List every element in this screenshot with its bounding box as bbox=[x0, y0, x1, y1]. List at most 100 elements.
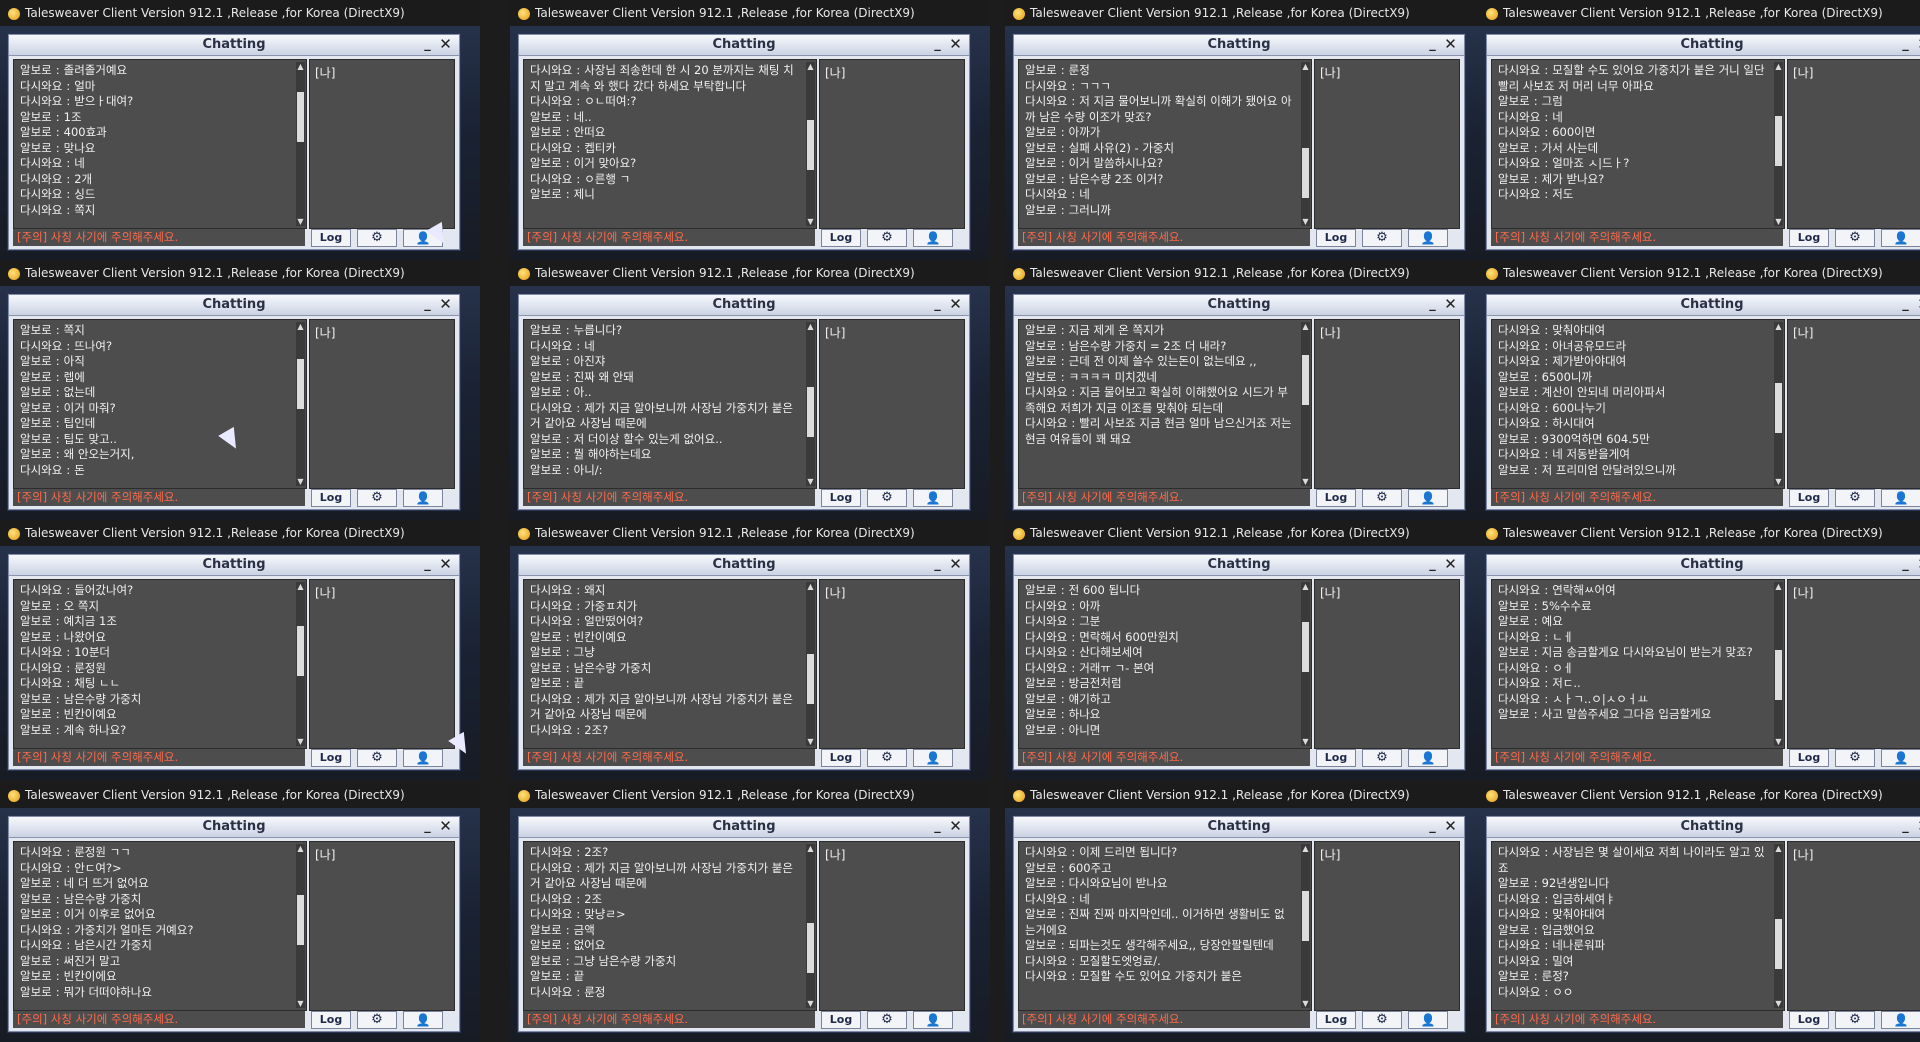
chat-scrollbar[interactable]: ▲ ▼ bbox=[1301, 844, 1310, 1008]
close-icon[interactable]: ✕ bbox=[1916, 819, 1920, 834]
log-button[interactable]: Log bbox=[311, 229, 351, 247]
chat-scrollbar[interactable]: ▲ ▼ bbox=[296, 62, 305, 226]
chat-scrollbar[interactable]: ▲ ▼ bbox=[806, 844, 815, 1008]
log-button[interactable]: Log bbox=[1789, 1011, 1829, 1029]
log-button[interactable]: Log bbox=[311, 1011, 351, 1029]
user-plus-icon[interactable]: 👤 bbox=[1881, 489, 1920, 507]
chat-scrollbar[interactable]: ▲ ▼ bbox=[296, 582, 305, 746]
chat-title[interactable]: Chatting _✕ bbox=[1014, 295, 1464, 316]
close-icon[interactable]: ✕ bbox=[1443, 557, 1458, 572]
whisper-target-panel[interactable]: [나] bbox=[1314, 319, 1460, 489]
user-plus-icon[interactable]: 👤 bbox=[913, 1011, 953, 1029]
gear-icon[interactable]: ⚙ bbox=[357, 749, 397, 767]
scroll-down-icon[interactable]: ▼ bbox=[1774, 737, 1783, 746]
chat-title[interactable]: Chatting _✕ bbox=[9, 35, 459, 56]
scroll-down-icon[interactable]: ▼ bbox=[806, 737, 815, 746]
scroll-thumb[interactable] bbox=[1775, 383, 1782, 433]
close-icon[interactable]: ✕ bbox=[1443, 37, 1458, 52]
scroll-down-icon[interactable]: ▼ bbox=[806, 477, 815, 486]
user-plus-icon[interactable]: 👤 bbox=[1881, 229, 1920, 247]
minimize-icon[interactable]: _ bbox=[1425, 37, 1440, 52]
scroll-thumb[interactable] bbox=[297, 626, 304, 676]
scroll-thumb[interactable] bbox=[297, 92, 304, 142]
minimize-icon[interactable]: _ bbox=[420, 37, 435, 52]
window-titlebar[interactable]: Talesweaver Client Version 912.1 ,Releas… bbox=[0, 782, 480, 808]
log-button[interactable]: Log bbox=[1316, 749, 1356, 767]
minimize-icon[interactable]: _ bbox=[1425, 557, 1440, 572]
log-button[interactable]: Log bbox=[821, 489, 861, 507]
user-plus-icon[interactable]: 👤 bbox=[913, 749, 953, 767]
user-plus-icon[interactable]: 👤 bbox=[403, 489, 443, 507]
window-titlebar[interactable]: Talesweaver Client Version 912.1 ,Releas… bbox=[1478, 782, 1920, 808]
scroll-up-icon[interactable]: ▲ bbox=[1774, 62, 1783, 71]
chat-scrollbar[interactable]: ▲ ▼ bbox=[806, 62, 815, 226]
chat-scrollbar[interactable]: ▲ ▼ bbox=[1301, 62, 1310, 226]
close-icon[interactable]: ✕ bbox=[1443, 819, 1458, 834]
scroll-up-icon[interactable]: ▲ bbox=[296, 62, 305, 71]
scroll-down-icon[interactable]: ▼ bbox=[1301, 737, 1310, 746]
chat-title[interactable]: Chatting _✕ bbox=[519, 35, 969, 56]
close-icon[interactable]: ✕ bbox=[1916, 557, 1920, 572]
scroll-up-icon[interactable]: ▲ bbox=[1774, 582, 1783, 591]
scroll-up-icon[interactable]: ▲ bbox=[806, 62, 815, 71]
chat-scrollbar[interactable]: ▲ ▼ bbox=[1774, 62, 1783, 226]
scroll-down-icon[interactable]: ▼ bbox=[1774, 477, 1783, 486]
gear-icon[interactable]: ⚙ bbox=[357, 229, 397, 247]
log-button[interactable]: Log bbox=[311, 749, 351, 767]
scroll-thumb[interactable] bbox=[807, 654, 814, 704]
chat-message-list[interactable]: 다시와요: 왜지 다시와요: 가중ㅍ치가 다시와요: 얼만떴어여? 알보로: 빈칸이예요 알보로… bbox=[523, 579, 817, 749]
chat-scrollbar[interactable]: ▲ ▼ bbox=[1774, 582, 1783, 746]
scroll-up-icon[interactable]: ▲ bbox=[806, 582, 815, 591]
user-plus-icon[interactable]: 👤 bbox=[1408, 489, 1448, 507]
close-icon[interactable]: ✕ bbox=[948, 37, 963, 52]
chat-message-list[interactable]: 다시와요: 들어갔나여? 알보로: 오 쪽지 알보로: 예치금 1조 알보로: 나왔어요 다시와… bbox=[13, 579, 307, 749]
chat-message-list[interactable]: 다시와요: 룬정원 ㄱㄱ 다시와요: 안ㄷ여?> 알보로: 네 더 뜨거 없어요 알보로: 남… bbox=[13, 841, 307, 1011]
whisper-target-panel[interactable]: [나] bbox=[1314, 59, 1460, 229]
whisper-target-panel[interactable]: [나] bbox=[1314, 841, 1460, 1011]
close-icon[interactable]: ✕ bbox=[1916, 297, 1920, 312]
scroll-down-icon[interactable]: ▼ bbox=[1301, 217, 1310, 226]
close-icon[interactable]: ✕ bbox=[438, 37, 453, 52]
scroll-up-icon[interactable]: ▲ bbox=[806, 844, 815, 853]
scroll-up-icon[interactable]: ▲ bbox=[1774, 322, 1783, 331]
window-titlebar[interactable]: Talesweaver Client Version 912.1 ,Releas… bbox=[1005, 260, 1485, 286]
log-button[interactable]: Log bbox=[1316, 229, 1356, 247]
scroll-down-icon[interactable]: ▼ bbox=[1774, 999, 1783, 1008]
whisper-target-panel[interactable]: [나] bbox=[819, 579, 965, 749]
gear-icon[interactable]: ⚙ bbox=[1362, 1011, 1402, 1029]
chat-message-list[interactable]: 알보로: 누릅니다? 다시와요: 네 알보로: 아진쟈 알보로: 진짜 왜 안돼 알보로: 아..… bbox=[523, 319, 817, 489]
gear-icon[interactable]: ⚙ bbox=[867, 489, 907, 507]
window-titlebar[interactable]: Talesweaver Client Version 912.1 ,Releas… bbox=[0, 520, 480, 546]
minimize-icon[interactable]: _ bbox=[930, 297, 945, 312]
whisper-target-panel[interactable]: [나] bbox=[1787, 579, 1920, 749]
scroll-up-icon[interactable]: ▲ bbox=[806, 322, 815, 331]
scroll-up-icon[interactable]: ▲ bbox=[1301, 62, 1310, 71]
gear-icon[interactable]: ⚙ bbox=[1362, 489, 1402, 507]
user-plus-icon[interactable]: 👤 bbox=[913, 229, 953, 247]
minimize-icon[interactable]: _ bbox=[1425, 297, 1440, 312]
chat-title[interactable]: Chatting _✕ bbox=[1487, 555, 1920, 576]
scroll-thumb[interactable] bbox=[1302, 891, 1309, 941]
close-icon[interactable]: ✕ bbox=[438, 297, 453, 312]
chat-title[interactable]: Chatting _✕ bbox=[519, 295, 969, 316]
chat-title[interactable]: Chatting _✕ bbox=[1487, 35, 1920, 56]
whisper-target-panel[interactable]: [나] bbox=[1314, 579, 1460, 749]
whisper-target-panel[interactable]: [나] bbox=[819, 319, 965, 489]
user-plus-icon[interactable]: 👤 bbox=[1408, 749, 1448, 767]
whisper-target-panel[interactable]: [나] bbox=[309, 319, 455, 489]
whisper-target-panel[interactable]: [나] bbox=[309, 841, 455, 1011]
scroll-down-icon[interactable]: ▼ bbox=[1301, 999, 1310, 1008]
close-icon[interactable]: ✕ bbox=[948, 297, 963, 312]
chat-title[interactable]: Chatting _✕ bbox=[9, 295, 459, 316]
minimize-icon[interactable]: _ bbox=[420, 819, 435, 834]
scroll-thumb[interactable] bbox=[807, 923, 814, 973]
chat-scrollbar[interactable]: ▲ ▼ bbox=[296, 322, 305, 486]
gear-icon[interactable]: ⚙ bbox=[867, 1011, 907, 1029]
window-titlebar[interactable]: Talesweaver Client Version 912.1 ,Releas… bbox=[510, 260, 990, 286]
close-icon[interactable]: ✕ bbox=[438, 557, 453, 572]
minimize-icon[interactable]: _ bbox=[1898, 297, 1913, 312]
user-plus-icon[interactable]: 👤 bbox=[403, 1011, 443, 1029]
scroll-up-icon[interactable]: ▲ bbox=[296, 582, 305, 591]
chat-message-list[interactable]: 알보로: 전 600 됩니다 다시와요: 아까 다시와요: 그분 다시와요: 면락해서 600… bbox=[1018, 579, 1312, 749]
log-button[interactable]: Log bbox=[311, 489, 351, 507]
